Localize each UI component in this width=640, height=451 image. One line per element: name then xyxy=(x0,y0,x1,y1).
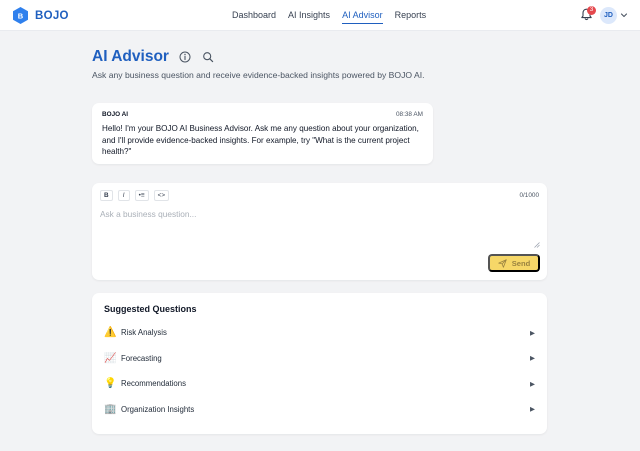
italic-button[interactable]: I xyxy=(117,190,130,201)
warning-icon: ⚠️ xyxy=(104,327,117,339)
send-label: Send xyxy=(511,258,531,268)
page-title: AI Advisor xyxy=(92,48,169,65)
question-composer: B I •≡ <> 0/1000 Send xyxy=(92,183,547,280)
question-input[interactable] xyxy=(100,209,539,248)
paper-plane-icon xyxy=(498,258,507,268)
code-button[interactable]: <> xyxy=(153,190,170,201)
page-header: AI Advisor xyxy=(92,48,214,66)
user-avatar[interactable]: JD xyxy=(600,7,617,24)
play-arrow-icon: ▶ xyxy=(530,379,535,388)
message-text: Hello! I'm your BOJO AI Business Advisor… xyxy=(102,124,419,156)
play-arrow-icon: ▶ xyxy=(530,354,535,363)
suggestion-forecasting[interactable]: 📈 Forecasting ▶ xyxy=(92,346,547,372)
suggestion-recommendations[interactable]: 💡 Recommendations ▶ xyxy=(92,371,547,397)
suggestion-label: Organization Insights xyxy=(121,404,195,414)
light-bulb-icon: 💡 xyxy=(104,378,117,390)
notification-count-badge: 3 xyxy=(587,6,596,15)
suggested-questions-list: ⚠️ Risk Analysis ▶ 📈 Forecasting ▶ 💡 Rec… xyxy=(92,320,547,422)
send-button[interactable]: Send xyxy=(488,254,540,272)
suggestion-label: Recommendations xyxy=(121,379,187,389)
top-bar: B BOJO Dashboard AI Insights AI Advisor … xyxy=(0,0,640,31)
nav-reports[interactable]: Reports xyxy=(395,10,427,24)
play-arrow-icon: ▶ xyxy=(530,405,535,414)
page-subtitle: Ask any business question and receive ev… xyxy=(92,70,425,80)
formatting-toolbar: B I •≡ <> xyxy=(100,190,170,201)
main-nav: Dashboard AI Insights AI Advisor Reports xyxy=(232,10,426,24)
suggestion-label: Forecasting xyxy=(121,353,162,363)
brand-logo[interactable]: B BOJO xyxy=(13,7,69,24)
search-icon[interactable] xyxy=(202,51,214,63)
nav-ai-advisor[interactable]: AI Advisor xyxy=(342,10,383,24)
bold-button[interactable]: B xyxy=(100,190,113,201)
logo-letter: B xyxy=(18,12,24,21)
info-icon[interactable] xyxy=(179,51,191,63)
logo-hexagon-icon: B xyxy=(13,7,28,24)
list-button[interactable]: •≡ xyxy=(134,190,149,201)
chevron-down-icon[interactable] xyxy=(620,11,628,19)
brand-name: BOJO xyxy=(35,9,69,22)
resize-handle-icon[interactable] xyxy=(534,242,540,248)
message-sender: BOJO AI xyxy=(102,111,129,118)
message-timestamp: 08:38 AM xyxy=(395,111,423,118)
suggested-questions-title: Suggested Questions xyxy=(104,304,197,314)
play-arrow-icon: ▶ xyxy=(530,328,535,337)
nav-dashboard[interactable]: Dashboard xyxy=(232,10,276,24)
chart-increasing-icon: 📈 xyxy=(104,352,117,364)
character-count: 0/1000 xyxy=(519,192,539,199)
office-building-icon: 🏢 xyxy=(104,403,117,415)
suggestion-risk-analysis[interactable]: ⚠️ Risk Analysis ▶ xyxy=(92,320,547,346)
suggestion-label: Risk Analysis xyxy=(121,328,167,338)
suggested-questions-panel: Suggested Questions ⚠️ Risk Analysis ▶ 📈… xyxy=(92,293,547,434)
nav-ai-insights[interactable]: AI Insights xyxy=(288,10,330,24)
ai-message-card: BOJO AI 08:38 AM Hello! I'm your BOJO AI… xyxy=(92,103,433,164)
suggestion-organization-insights[interactable]: 🏢 Organization Insights ▶ xyxy=(92,397,547,423)
